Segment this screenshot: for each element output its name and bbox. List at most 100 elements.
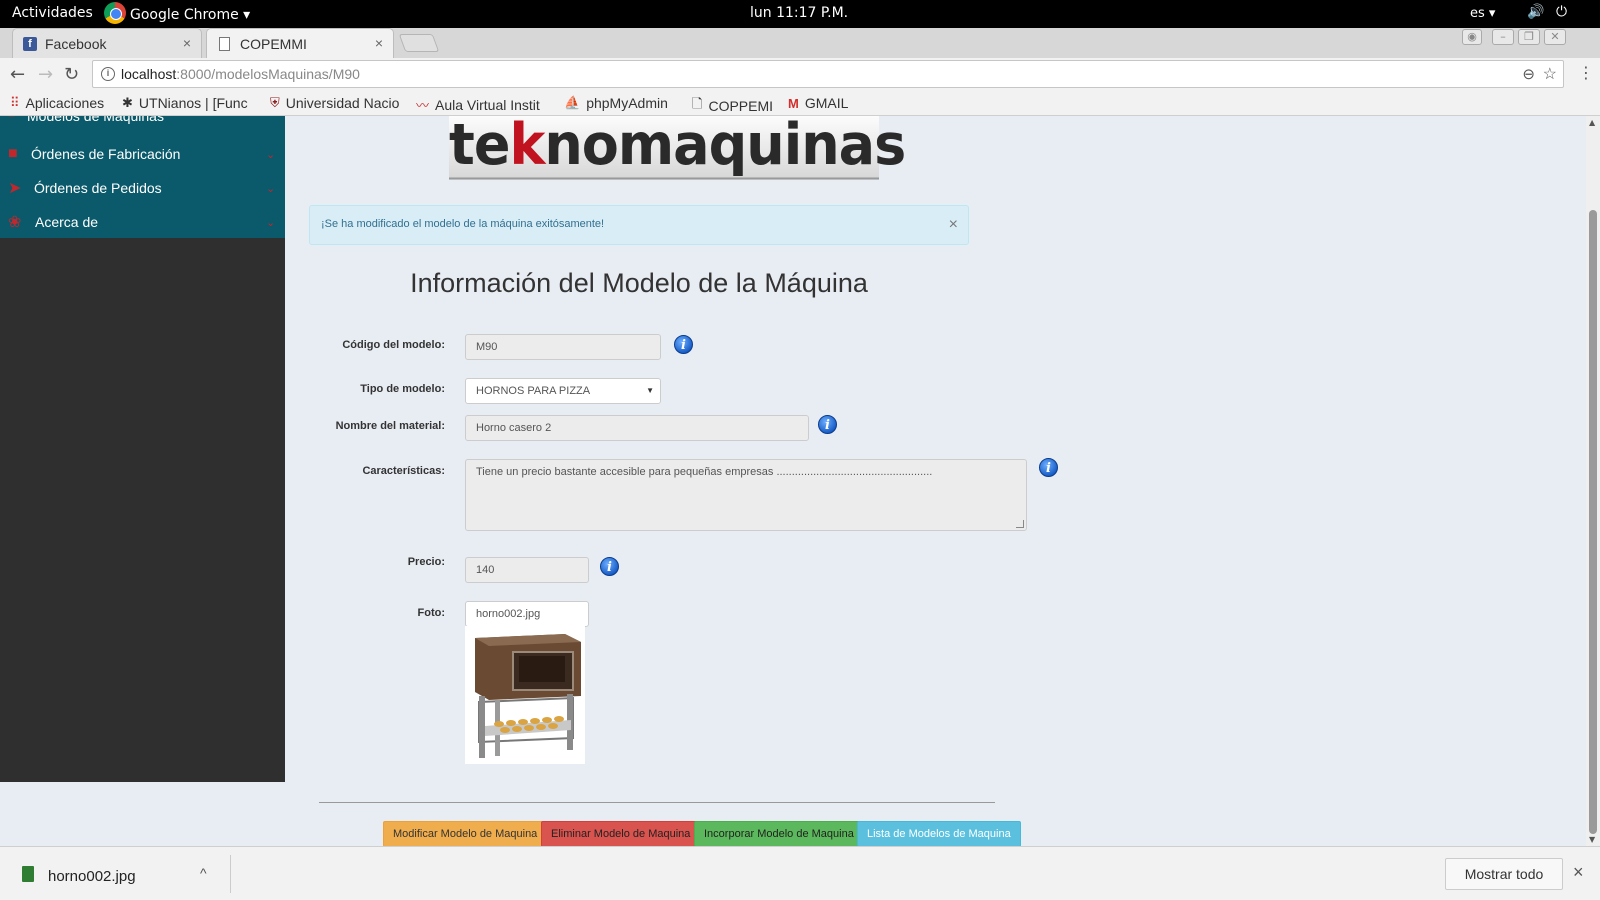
zoom-icon[interactable]: ⊖ (1522, 65, 1535, 83)
reload-button[interactable]: ↻ (64, 64, 79, 85)
list-models-button[interactable]: Lista de Modelos de Maquina (857, 821, 1021, 846)
caracteristicas-label: Características: (362, 465, 445, 477)
tab-strip: f Facebook × COPEMMI × (0, 28, 1600, 58)
bookmark-label: Aplicaciones (25, 95, 105, 111)
facebook-icon: f (23, 36, 37, 51)
page-viewport: ■ Modelos de Máquinas ■ Órdenes de Fabri… (0, 116, 1586, 846)
factory-order-icon: ■ (8, 145, 18, 162)
chevron-down-icon: ⌄ (266, 216, 276, 229)
bookmark-gmail[interactable]: M GMAIL (788, 95, 864, 111)
logo-text: te (449, 116, 510, 178)
bookmark-label: phpMyAdmin (586, 95, 668, 111)
activities-button[interactable]: Actividades (12, 5, 93, 21)
alert-message: ¡Se ha modificado el modelo de la máquin… (321, 218, 605, 230)
send-icon: ➤ (8, 180, 22, 197)
resize-handle[interactable] (1016, 520, 1024, 528)
download-filename[interactable]: horno002.jpg (48, 868, 136, 885)
chrome-menu-icon[interactable]: ⋮ (1578, 63, 1594, 82)
tab-copemmi[interactable]: COPEMMI × (206, 28, 394, 58)
help-icon[interactable]: i (1039, 458, 1058, 477)
codigo-label: Código del modelo: (342, 339, 445, 351)
tipo-select[interactable]: HORNOS PARA PIZZA ▼ (465, 378, 661, 404)
sidebar-item-label: Órdenes de Pedidos (34, 180, 162, 196)
close-icon[interactable]: × (949, 216, 958, 234)
download-bar: horno002.jpg ^ Mostrar todo × (0, 846, 1600, 900)
caracteristicas-textarea[interactable]: Tiene un precio bastante accesible para … (465, 459, 1027, 531)
bookmark-label: GMAIL (804, 95, 849, 111)
image-file-icon (22, 866, 34, 882)
bookmark-aplicaciones[interactable]: ⠿ Aplicaciones (10, 95, 114, 111)
separator (230, 855, 231, 893)
bookmark-star-icon[interactable]: ☆ (1543, 64, 1557, 84)
site-info-icon[interactable]: i (101, 67, 115, 81)
add-model-button[interactable]: Incorporar Modelo de Maquina (694, 821, 864, 846)
delete-model-button[interactable]: Eliminar Modelo de Maquina (541, 821, 701, 846)
precio-field[interactable]: 140 (465, 557, 589, 583)
tab-label: COPEMMI (240, 35, 307, 52)
sidebar-item-acerca[interactable]: ❀ Acerca de ⌄ (0, 205, 285, 239)
app-menu[interactable]: Google Chrome ▾ (104, 2, 251, 24)
scrollbar-thumb[interactable] (1589, 210, 1597, 834)
dropdown-arrow-icon: ▼ (646, 386, 654, 395)
foto-field[interactable]: horno002.jpg (465, 601, 589, 627)
sidebar-item-fabricacion[interactable]: ■ Órdenes de Fabricación ⌄ (0, 137, 285, 171)
sidebar-item-modelos[interactable]: ■ Modelos de Máquinas (0, 116, 285, 128)
bookmark-utnianos[interactable]: ✱ UTNianos | [Func (122, 95, 258, 111)
document-icon (219, 36, 230, 51)
bookmark-universidad[interactable]: ⛨ Universidad Nacio (270, 95, 406, 111)
sidebar-item-label: Acerca de (35, 214, 99, 230)
bookmark-phpmyadmin[interactable]: ⛵ phpMyAdmin (564, 95, 682, 111)
chevron-up-icon[interactable]: ^ (200, 865, 207, 881)
sidebar-item-pedidos[interactable]: ➤ Órdenes de Pedidos ⌄ (0, 171, 285, 205)
clock[interactable]: lun 11:17 P.M. (750, 5, 848, 21)
oven-illustration (475, 634, 581, 758)
back-button[interactable]: ← (10, 64, 25, 85)
close-icon[interactable]: × (1573, 862, 1584, 883)
machine-icon: ■ (8, 116, 15, 120)
bookmark-aula-virtual[interactable]: 〰 Aula Virtual Instit (416, 95, 554, 114)
tab-label: Facebook (45, 35, 107, 52)
document-icon: 🗋 (692, 96, 703, 111)
bookmark-label: Universidad Nacio (285, 95, 400, 111)
profile-icon[interactable]: ◉ (1462, 29, 1482, 45)
new-tab-button[interactable] (398, 34, 440, 52)
show-all-button[interactable]: Mostrar todo (1445, 858, 1563, 890)
app-menu-label: Google Chrome ▾ (130, 6, 251, 23)
tipo-select-value: HORNOS PARA PIZZA (476, 385, 591, 397)
help-icon[interactable]: i (674, 335, 693, 354)
oven-photo (465, 626, 585, 764)
language-selector[interactable]: es ▾ (1470, 6, 1495, 21)
restore-button[interactable]: ❐ (1518, 29, 1540, 45)
page-scrollbar[interactable]: ▲ ▼ (1586, 116, 1600, 846)
close-window-button[interactable]: ✕ (1544, 29, 1566, 45)
power-icon[interactable]: ⏻ (1556, 4, 1567, 20)
bookmark-label: Aula Virtual Instit (435, 96, 540, 113)
chevron-down-icon: ⌄ (266, 148, 276, 161)
scroll-down-arrow-icon[interactable]: ▼ (1589, 835, 1595, 844)
tab-facebook[interactable]: f Facebook × (12, 28, 202, 58)
page-title: Información del Modelo de la Máquina (410, 268, 868, 298)
sidebar-item-label: Modelos de Máquinas (27, 116, 164, 124)
nombre-field[interactable]: Horno casero 2 (465, 415, 809, 441)
bookmark-coppemi[interactable]: 🗋 COPPEMI (692, 95, 780, 117)
forward-button[interactable]: → (38, 64, 53, 85)
address-bar[interactable]: i localhost:8000/modelosMaquinas/M90 ⊖ ☆ (92, 60, 1564, 88)
close-icon[interactable]: × (183, 35, 191, 51)
browser-toolbar: ← → ↻ i localhost:8000/modelosMaquinas/M… (0, 58, 1600, 92)
bookmark-label: UTNianos | [Func (138, 95, 248, 111)
logo-text: nomaquinas (544, 116, 906, 178)
gmail-icon: M (788, 95, 799, 111)
help-icon[interactable]: i (600, 557, 619, 576)
volume-icon[interactable]: 🔊 (1527, 4, 1544, 20)
sidebar-item-label: Órdenes de Fabricación (31, 146, 181, 162)
scroll-up-arrow-icon[interactable]: ▲ (1589, 118, 1595, 127)
modify-model-button[interactable]: Modificar Modelo de Maquina (383, 821, 548, 846)
foto-label: Foto: (417, 607, 445, 619)
logo-text-accent: k (509, 116, 545, 178)
help-icon[interactable]: i (818, 415, 837, 434)
nombre-label: Nombre del material: (335, 420, 445, 432)
chevron-down-icon: ⌄ (266, 182, 276, 195)
minimize-button[interactable]: – (1492, 29, 1514, 45)
close-icon[interactable]: × (375, 35, 383, 51)
codigo-field[interactable]: M90 (465, 334, 661, 360)
